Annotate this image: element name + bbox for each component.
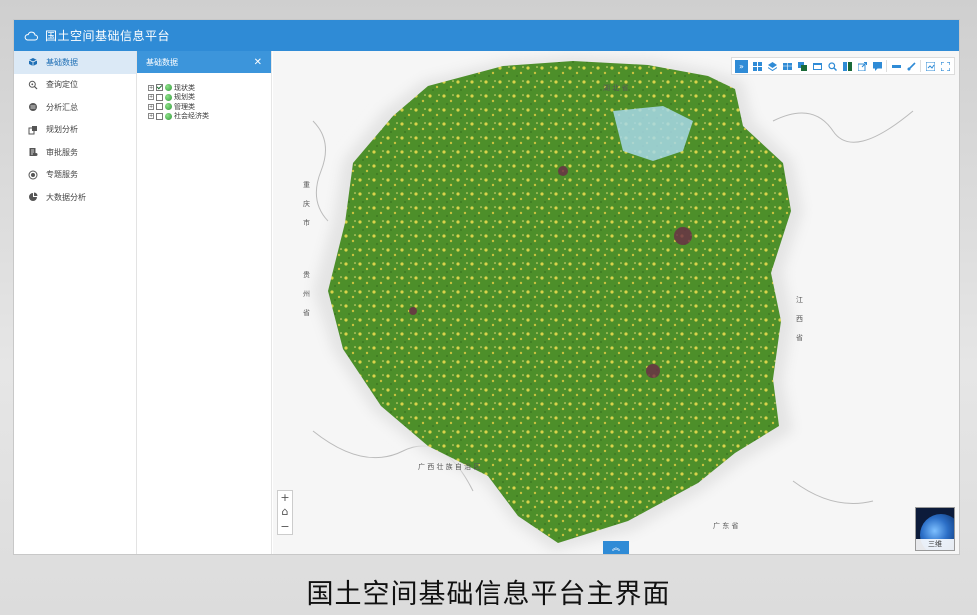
search-location-icon	[28, 80, 38, 90]
export-icon[interactable]	[856, 60, 868, 72]
zoom-out-button[interactable]: −	[280, 521, 289, 532]
layer-item[interactable]: + 现状类	[148, 83, 271, 93]
sidebar-item-label: 规划分析	[46, 125, 78, 135]
compare-icon[interactable]	[841, 60, 853, 72]
sidebar-item-thematic-service[interactable]: 专题服务	[14, 164, 136, 187]
clear-icon[interactable]	[905, 60, 917, 72]
layers-icon[interactable]	[766, 60, 778, 72]
table-icon[interactable]	[781, 60, 793, 72]
globe-icon	[165, 103, 172, 111]
layer-label: 规划类	[174, 93, 195, 102]
label-guizhou: 贵 州 省	[303, 271, 310, 317]
layer-item[interactable]: + 规划类	[148, 93, 271, 103]
expand-icon[interactable]: +	[148, 113, 154, 120]
sidebar: 基础数据 查询定位 分析汇总 规划分析 审批服务 专题服务 大数据分析	[14, 51, 137, 554]
figure-caption: 国土空间基础信息平台主界面	[306, 579, 671, 610]
layer-label: 管理类	[174, 102, 195, 111]
sidebar-item-label: 基础数据	[46, 57, 78, 67]
river-line	[312, 120, 329, 222]
stack-icon[interactable]	[796, 60, 808, 72]
layer-checkbox[interactable]	[156, 103, 163, 111]
layer-checkbox[interactable]	[156, 84, 163, 92]
sidebar-item-approval-service[interactable]: 审批服务	[14, 141, 136, 164]
fullscreen-icon[interactable]	[939, 60, 951, 72]
label-chongqing: 重 庆 市	[303, 181, 310, 227]
layer-panel-header: 基础数据 ✕	[137, 51, 271, 73]
zoom-control: + ⌂ −	[277, 490, 293, 535]
river-line	[772, 110, 914, 143]
urban-area	[646, 364, 660, 378]
document-icon	[28, 147, 38, 157]
print-icon[interactable]	[924, 60, 936, 72]
sidebar-item-query[interactable]: 查询定位	[14, 74, 136, 97]
sidebar-item-basic-data[interactable]: 基础数据	[14, 51, 136, 74]
layer-label: 现状类	[174, 83, 195, 92]
urban-area	[674, 227, 692, 245]
target-icon	[28, 170, 38, 180]
expand-toolbar-icon[interactable]: »	[735, 59, 748, 73]
label-jiangxi: 江 西 省	[796, 296, 803, 342]
comment-icon[interactable]	[871, 60, 883, 72]
expand-icon[interactable]: +	[148, 94, 154, 101]
app-window: 国土空间基础信息平台 基础数据 查询定位 分析汇总 规划分析 审批服务 专题服务	[14, 20, 959, 554]
label-guangdong: 广 东 省	[713, 522, 739, 530]
layer-label: 社会经济类	[174, 112, 209, 121]
zoom-in-button[interactable]: +	[280, 492, 289, 503]
cube-icon	[28, 57, 38, 67]
map-canvas[interactable]	[273, 51, 959, 554]
toolbar-divider	[886, 60, 887, 72]
layer-checkbox[interactable]	[156, 112, 163, 120]
river-line	[792, 480, 874, 504]
sidebar-item-label: 查询定位	[46, 80, 78, 90]
search-icon[interactable]	[826, 60, 838, 72]
cloud-icon	[24, 31, 38, 40]
toolbar-divider	[920, 60, 921, 72]
label-hubei: 湖 北 省	[603, 84, 629, 92]
sidebar-item-label: 审批服务	[46, 147, 78, 157]
layer-tree: + 现状类 + 规划类 + 管理类 + 社会经济类	[137, 73, 271, 121]
pie-chart-icon	[28, 192, 38, 202]
collapse-panel-button[interactable]: ︽	[603, 541, 629, 554]
close-icon[interactable]: ✕	[254, 57, 262, 68]
urban-area	[409, 307, 417, 315]
grid-icon[interactable]	[751, 60, 763, 72]
layer-panel: 基础数据 ✕ + 现状类 + 规划类 + 管理类 + 社会经济类	[137, 51, 272, 554]
map-view[interactable]: 湖 北 省 重 庆 市 贵 州 省 江 西 省 广 西 壮 族 自 治 区 广 …	[273, 51, 959, 554]
layer-item[interactable]: + 管理类	[148, 102, 271, 112]
sidebar-item-label: 专题服务	[46, 170, 78, 180]
database-icon	[28, 102, 38, 112]
map-toolbar: »	[731, 57, 955, 75]
app-title: 国土空间基础信息平台	[45, 29, 171, 43]
sidebar-item-label: 大数据分析	[46, 192, 86, 202]
ruler-icon[interactable]	[890, 60, 902, 72]
layer-item[interactable]: + 社会经济类	[148, 112, 271, 122]
sidebar-item-label: 分析汇总	[46, 102, 78, 112]
urban-area	[558, 166, 568, 176]
sidebar-item-big-data[interactable]: 大数据分析	[14, 186, 136, 209]
label-guangxi: 广 西 壮 族 自 治 区	[418, 463, 481, 471]
view-3d-label: 三维	[916, 539, 954, 550]
globe-icon	[165, 112, 172, 120]
globe-icon	[165, 93, 172, 101]
window-icon[interactable]	[811, 60, 823, 72]
layers-icon	[28, 125, 38, 135]
title-bar: 国土空间基础信息平台	[14, 20, 959, 51]
sidebar-item-planning-analysis[interactable]: 规划分析	[14, 119, 136, 142]
expand-icon[interactable]: +	[148, 103, 154, 110]
home-button[interactable]: ⌂	[282, 506, 289, 517]
layer-panel-title: 基础数据	[146, 57, 178, 67]
sidebar-item-analysis-summary[interactable]: 分析汇总	[14, 96, 136, 119]
expand-icon[interactable]: +	[148, 84, 154, 91]
layer-checkbox[interactable]	[156, 93, 163, 101]
globe-icon	[165, 84, 172, 92]
view-3d-button[interactable]: 三维	[915, 507, 955, 551]
